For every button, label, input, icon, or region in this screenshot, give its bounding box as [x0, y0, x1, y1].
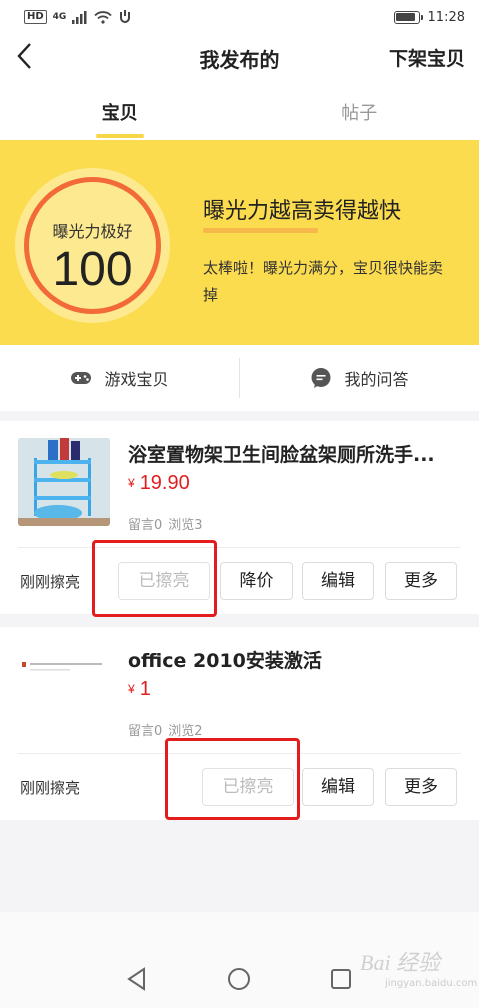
home-circle-icon[interactable]: [226, 966, 252, 992]
game-items-link[interactable]: 游戏宝贝: [0, 345, 239, 411]
more-button[interactable]: 更多: [385, 768, 457, 806]
gamepad-icon: [71, 372, 92, 384]
bump-status: 刚刚擦亮: [20, 573, 81, 591]
currency-symbol: ¥: [128, 476, 135, 490]
listing-stats: 留言0 浏览3: [128, 514, 203, 533]
edit-button[interactable]: 编辑: [302, 562, 374, 600]
quick-links: 游戏宝贝 我的问答: [0, 345, 479, 411]
bumped-button[interactable]: 已擦亮: [118, 562, 210, 600]
comment-count: 留言0: [128, 724, 163, 739]
edit-button[interactable]: 编辑: [302, 768, 374, 806]
listing-card: 浴室置物架卫生间脸盆架厕所洗手... ¥19.90 留言0 浏览3 刚刚擦亮 已擦…: [0, 421, 479, 614]
product-thumbnail[interactable]: [18, 438, 110, 526]
signal-icon: [72, 10, 87, 24]
network-type: 4G: [52, 12, 67, 22]
listing-card: office 2010安装激活 ¥1 留言0 浏览2 刚刚擦亮 已擦亮 编辑 更多: [0, 627, 479, 820]
my-qa-link[interactable]: 我的问答: [240, 345, 479, 411]
bumped-button[interactable]: 已擦亮: [202, 768, 294, 806]
score-value: 100: [52, 243, 133, 296]
document-product-image: [18, 644, 110, 732]
recents-square-icon[interactable]: [328, 966, 354, 992]
divider: [18, 547, 461, 548]
banner-description: 太棒啦！曝光力满分，宝贝很快能卖掉: [203, 259, 444, 304]
notification-u-icon: [120, 10, 131, 23]
listing-title[interactable]: office 2010安装激活: [128, 646, 458, 673]
comment-count: 留言0: [128, 518, 163, 533]
currency-symbol: ¥: [128, 682, 135, 696]
battery-icon: [393, 10, 423, 24]
shelf-product-image: [18, 438, 110, 526]
watermark: Bai 经验: [360, 950, 441, 975]
chat-bubble-icon: [311, 368, 331, 388]
hd-indicator: HD: [24, 10, 47, 24]
banner-headline: 曝光力越高卖得越快: [203, 199, 402, 224]
price-value: 1: [139, 678, 151, 700]
back-arrow-icon[interactable]: [12, 40, 42, 72]
more-button[interactable]: 更多: [385, 562, 457, 600]
score-label: 曝光力极好: [52, 222, 133, 241]
clock: 11:28: [427, 9, 465, 25]
nav-bar: 我发布的 下架宝贝: [0, 34, 479, 80]
price-value: 19.90: [139, 472, 190, 494]
wifi-icon: [94, 10, 112, 24]
tab-bar: 宝贝 帖子: [0, 80, 479, 140]
my-qa-label: 我的问答: [344, 370, 409, 389]
score-ring: 曝光力极好 100: [24, 177, 161, 314]
view-count: 浏览3: [168, 518, 203, 533]
back-triangle-icon[interactable]: [124, 966, 150, 992]
reduce-price-button[interactable]: 降价: [220, 562, 293, 600]
status-bar: HD 4G 11:28: [0, 0, 479, 34]
listing-price: ¥1: [128, 678, 151, 701]
listing-price: ¥19.90: [128, 472, 190, 495]
bump-status: 刚刚擦亮: [20, 779, 81, 797]
headline-underline: [203, 228, 318, 233]
view-count: 浏览2: [168, 724, 203, 739]
divider: [18, 753, 461, 754]
game-items-label: 游戏宝贝: [104, 370, 169, 389]
listing-stats: 留言0 浏览2: [128, 720, 203, 739]
tab-items[interactable]: 宝贝: [0, 80, 240, 140]
watermark-url: jingyan.baidu.com: [385, 978, 478, 989]
delist-items-button[interactable]: 下架宝贝: [389, 44, 465, 71]
product-thumbnail[interactable]: [18, 644, 110, 732]
exposure-score-badge: 曝光力极好 100: [15, 168, 170, 323]
tab-posts[interactable]: 帖子: [240, 80, 479, 140]
exposure-banner: 曝光力极好 100 曝光力越高卖得越快 太棒啦！曝光力满分，宝贝很快能卖掉: [0, 140, 479, 345]
listing-title[interactable]: 浴室置物架卫生间脸盆架厕所洗手...: [128, 440, 458, 467]
